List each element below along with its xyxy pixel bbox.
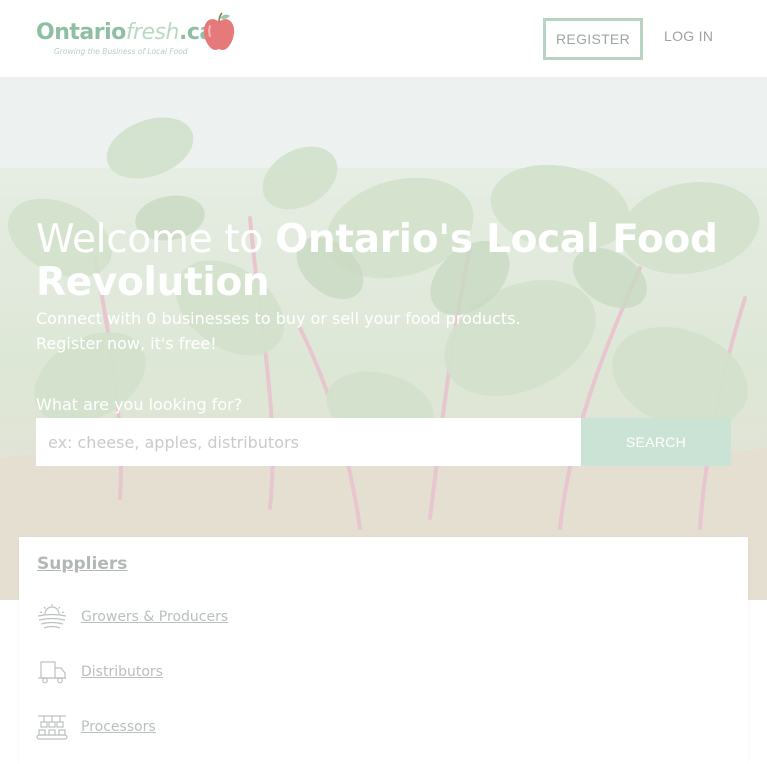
sun-field-icon [37, 604, 67, 629]
logo-wordmark: Ontariofresh.ca [36, 20, 214, 45]
suppliers-title-link[interactable]: Suppliers [37, 554, 127, 574]
search-label: What are you looking for? [36, 395, 243, 414]
ontariofresh-logo[interactable]: Ontariofresh.ca Growing the Business of … [36, 12, 246, 62]
search-input[interactable] [36, 418, 581, 466]
category-label: Processors [81, 719, 156, 735]
hero-banner: Welcome to Ontario's Local Food Revoluti… [0, 78, 767, 600]
conveyor-icon [36, 715, 68, 740]
logo-tagline: Growing the Business of Local Food [54, 47, 188, 56]
hero-subtitle: Connect with 0 businesses to buy or sell… [36, 306, 656, 356]
category-label: Distributors [81, 664, 163, 680]
site-header: Ontariofresh.ca Growing the Business of … [0, 0, 767, 78]
category-label: Growers & Producers [81, 609, 229, 625]
category-growers-producers[interactable]: Growers & Producers [36, 601, 228, 633]
hero-subtitle-line1: Connect with 0 businesses to buy or sell… [36, 309, 521, 328]
search-button[interactable]: SEARCH [581, 418, 731, 466]
category-processors[interactable]: Processors [36, 711, 156, 743]
suppliers-card: Suppliers Growers & Producers Distributo… [19, 537, 748, 764]
truck-icon [38, 661, 66, 684]
hero-subtitle-line2: Register now, it's free! [36, 334, 217, 353]
hero-title: Welcome to Ontario's Local Food Revoluti… [36, 217, 718, 305]
apple-icon [203, 12, 235, 50]
category-distributors[interactable]: Distributors [36, 656, 163, 688]
login-link[interactable]: LOG IN [664, 28, 713, 44]
register-button[interactable]: REGISTER [543, 18, 643, 60]
